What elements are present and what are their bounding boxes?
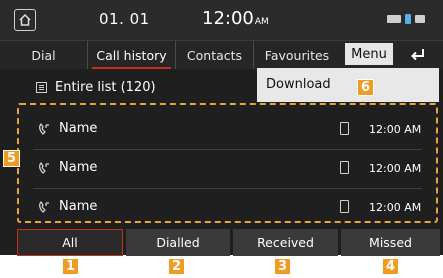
- call-time: 12:00 AM: [369, 201, 422, 214]
- back-button[interactable]: [400, 43, 436, 65]
- mobile-icon: [340, 122, 349, 135]
- callout-badge-4: 4: [382, 258, 399, 275]
- incoming-call-icon: [39, 201, 49, 213]
- mobile-icon: [340, 161, 349, 174]
- clock: 12:00AM: [202, 8, 269, 29]
- back-arrow-icon: [411, 49, 424, 61]
- callout-badge-1: 1: [62, 258, 79, 275]
- status-bar: 01. 01 12:00AM: [0, 0, 443, 40]
- battery-icon: [387, 15, 401, 23]
- call-time: 12:00 AM: [369, 162, 422, 175]
- filter-received-button[interactable]: Received: [233, 229, 338, 256]
- menu-dropdown: Download: [257, 68, 439, 102]
- mobile-icon: [340, 200, 349, 213]
- download-menu-item[interactable]: Download: [266, 77, 331, 92]
- list-filter-header[interactable]: Entire list (120): [36, 80, 156, 95]
- incoming-call-icon: [39, 123, 49, 135]
- date-label: 01. 01: [99, 10, 150, 28]
- filter-dialled-button[interactable]: Dialled: [126, 229, 230, 256]
- tab-call-history-label: Call history: [96, 47, 167, 63]
- signal-icon: [415, 15, 425, 23]
- tab-favourites-label: Favourites: [264, 47, 330, 63]
- tab-call-history[interactable]: Call history: [88, 41, 176, 69]
- home-icon: [19, 13, 31, 26]
- filter-all-button[interactable]: All: [17, 229, 123, 256]
- call-list-row[interactable]: Name 12:00 AM: [19, 111, 436, 148]
- tab-contacts-label: Contacts: [186, 47, 243, 63]
- callout-badge-3: 3: [274, 258, 291, 275]
- tab-dial-label: Dial: [31, 47, 56, 63]
- call-list-row[interactable]: Name 12:00 AM: [19, 150, 436, 187]
- clock-time: 12:00: [202, 8, 254, 29]
- tab-dial[interactable]: Dial: [0, 41, 88, 69]
- contact-name: Name: [59, 121, 98, 136]
- contact-name: Name: [59, 199, 98, 214]
- call-list[interactable]: Name 12:00 AM Name 12:00 AM Name 12:00 A…: [17, 103, 438, 223]
- filter-missed-button[interactable]: Missed: [341, 229, 440, 256]
- home-button[interactable]: [14, 9, 36, 31]
- clock-ampm: AM: [254, 17, 269, 27]
- tab-contacts[interactable]: Contacts: [176, 41, 254, 69]
- incoming-call-icon: [39, 162, 49, 174]
- list-header-label: Entire list (120): [55, 80, 156, 95]
- callout-badge-2: 2: [168, 258, 185, 275]
- menu-button[interactable]: Menu: [345, 43, 393, 65]
- phone-screen: 01. 01 12:00AM Dial Call history Contact…: [0, 0, 443, 256]
- callout-badge-6: 6: [357, 79, 374, 96]
- call-list-row[interactable]: Name 12:00 AM: [19, 189, 436, 226]
- status-icons: [387, 14, 425, 24]
- screen: 01. 01 12:00AM Dial Call history Contact…: [0, 0, 443, 278]
- callout-badge-5: 5: [3, 150, 20, 167]
- tab-favourites[interactable]: Favourites: [254, 41, 340, 69]
- bluetooth-icon: [405, 14, 411, 24]
- call-time: 12:00 AM: [369, 123, 422, 136]
- contact-name: Name: [59, 160, 98, 175]
- list-icon: [36, 82, 47, 93]
